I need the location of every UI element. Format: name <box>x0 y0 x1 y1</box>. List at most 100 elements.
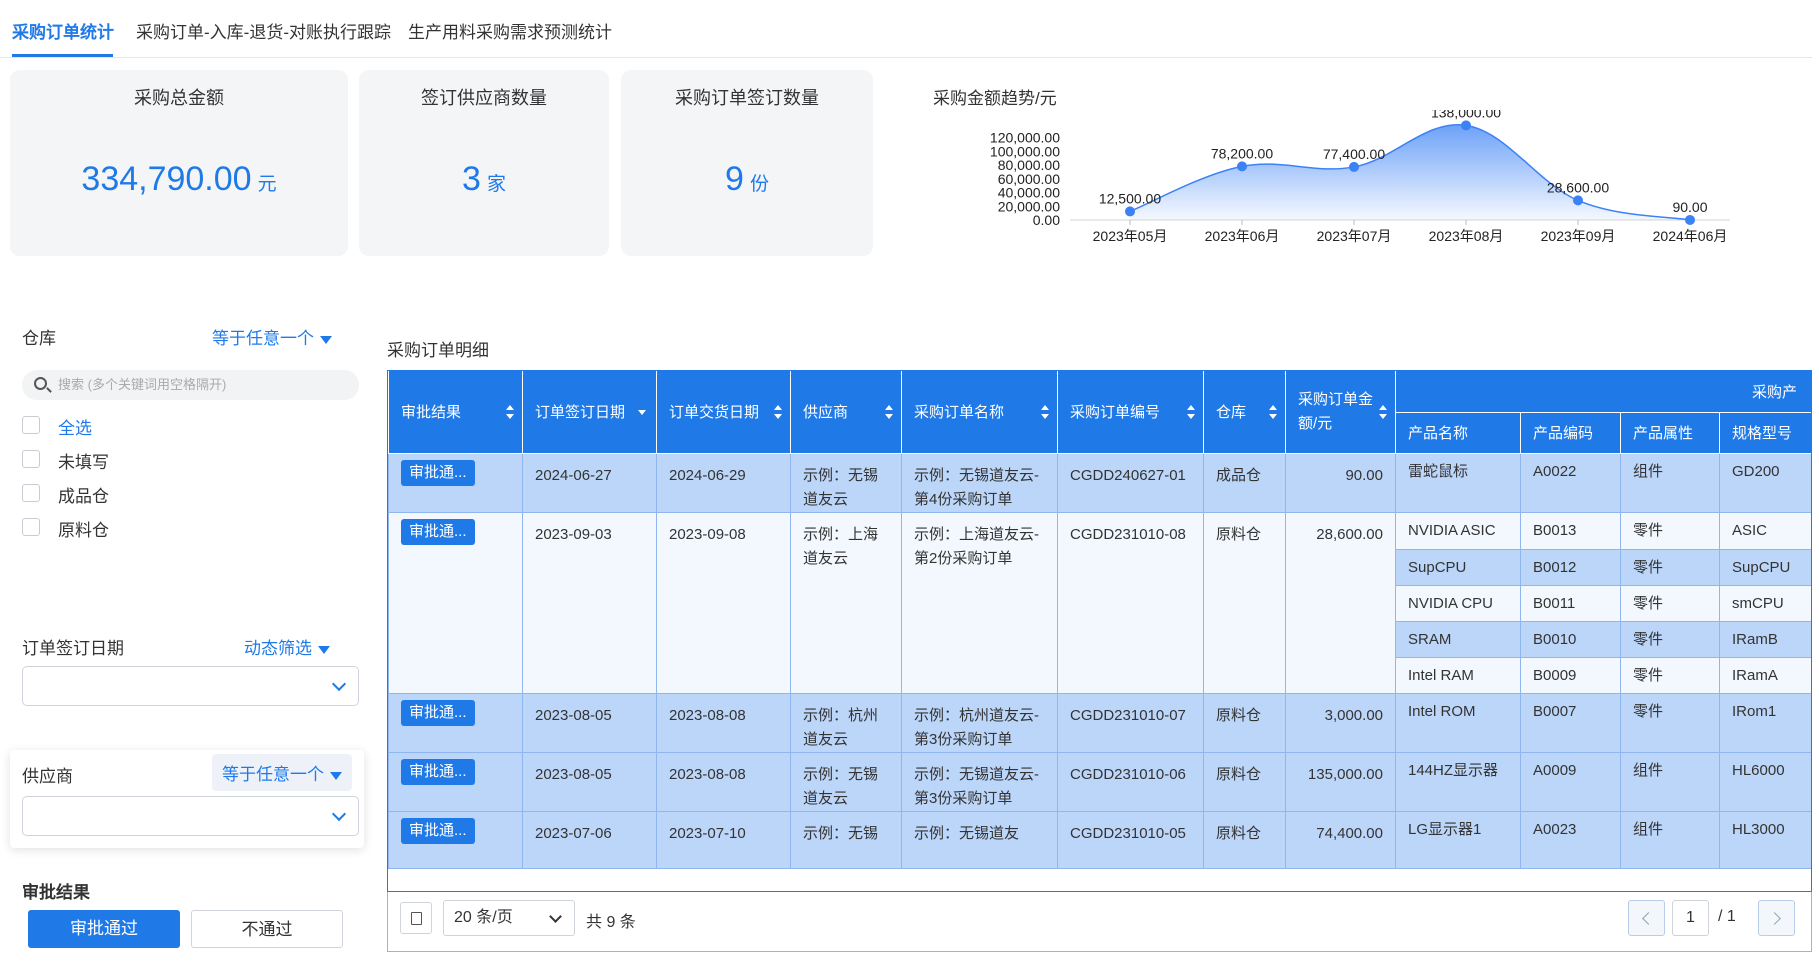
approval-status-badge[interactable]: 审批通... <box>401 459 475 486</box>
spec-cell: smCPU <box>1719 584 1811 622</box>
col-header-approval[interactable]: 审批结果 <box>388 371 523 454</box>
supplier-select[interactable] <box>22 796 359 836</box>
col-header-order-code[interactable]: 采购订单编号 <box>1057 371 1204 454</box>
header-label: 审批结果 <box>401 404 462 422</box>
checkbox-icon <box>22 416 40 434</box>
page-info-icon[interactable] <box>400 902 432 934</box>
col-header-supplier[interactable]: 供应商 <box>790 371 902 454</box>
data-label: 77,400.00 <box>1323 146 1385 162</box>
approval-status-cell: 审批通... <box>388 751 523 812</box>
table-row[interactable]: 审批通... 2023-08-05 2023-08-08 示例：无锡道友云 示例：无锡道… <box>388 751 1811 812</box>
warehouse-filter-mode[interactable]: 等于任意一个 <box>212 324 332 349</box>
checkbox-label: 成品仓 <box>58 487 109 506</box>
col-header-amount[interactable]: 采购订单金额/元 <box>1285 371 1396 454</box>
col-header-deliver-date[interactable]: 订单交货日期 <box>656 371 791 454</box>
product-name-cell: SupCPU <box>1395 548 1521 586</box>
checkbox-label: 全选 <box>58 419 92 438</box>
sort-icon[interactable] <box>885 404 893 419</box>
page-count: / 1 <box>1718 908 1736 925</box>
sort-icon[interactable] <box>1269 404 1277 419</box>
tab-purchase-stats[interactable]: 采购订单统计 <box>12 18 114 43</box>
table-pagination: 20 条/页 共 9 条 1 / 1 <box>387 892 1812 952</box>
approval-status-badge[interactable]: 审批通... <box>401 699 475 726</box>
order-name-cell: 示例：上海道友云-第2份采购订单 <box>901 511 1058 694</box>
col-header-warehouse[interactable]: 仓库 <box>1203 371 1286 454</box>
supplier-cell: 示例：杭州道友云 <box>790 692 902 753</box>
approval-pass-button[interactable]: 审批通过 <box>28 910 180 948</box>
active-tab-indicator <box>12 54 113 57</box>
sort-icon[interactable] <box>1041 404 1049 419</box>
kpi-number: 9 <box>725 160 744 198</box>
warehouse-cell: 原料仓 <box>1203 751 1286 812</box>
sort-icon[interactable] <box>1187 404 1195 419</box>
data-point <box>1349 161 1359 172</box>
approval-status-badge[interactable]: 审批通... <box>401 758 475 785</box>
page-size-label: 20 条/页 <box>454 909 513 926</box>
sort-icon[interactable] <box>506 404 514 419</box>
trend-area-chart: 0.0020,000.0040,000.0060,000.0080,000.00… <box>990 110 1730 244</box>
product-code-cell: B0010 <box>1520 620 1621 658</box>
amount-cell: 90.00 <box>1285 452 1396 513</box>
area-fill <box>1130 124 1690 220</box>
next-page-button[interactable] <box>1758 900 1795 936</box>
approval-status-badge[interactable]: 审批通... <box>401 518 475 545</box>
kpi-unit: 份 <box>749 174 769 195</box>
product-name-cell: SRAM <box>1395 620 1521 658</box>
table-row[interactable]: 审批通... 2023-09-03 2023-09-08 示例：上海道友云 示例：上海道… <box>388 511 1811 694</box>
caret-down-icon <box>330 771 342 780</box>
checkbox-label: 原料仓 <box>58 521 109 540</box>
caret-down-icon <box>320 335 332 344</box>
table-row[interactable]: 审批通... 2023-08-05 2023-08-08 示例：杭州道友云 示例：杭州道… <box>388 692 1811 753</box>
product-name-cell: 雷蛇鼠标 <box>1395 452 1521 513</box>
spec-cell: IRom1 <box>1719 692 1811 753</box>
supplier-filter-mode[interactable]: 等于任意一个 <box>212 754 352 791</box>
header-label: 仓库 <box>1216 404 1247 422</box>
current-page-input[interactable]: 1 <box>1672 900 1709 936</box>
warehouse-search-input[interactable]: 搜索 (多个关键词用空格隔开) <box>22 370 359 400</box>
header-label: 供应商 <box>803 404 849 422</box>
approval-status-cell: 审批通... <box>388 511 523 694</box>
tab-order-tracking[interactable]: 采购订单-入库-退货-对账执行跟踪 <box>136 18 391 43</box>
prev-page-button[interactable] <box>1628 900 1665 936</box>
chevron-down-icon <box>549 910 562 923</box>
sort-desc-icon[interactable] <box>638 409 646 415</box>
product-attr-cell: 零件 <box>1620 620 1720 658</box>
sort-icon[interactable] <box>1379 404 1387 419</box>
warehouse-cell: 原料仓 <box>1203 810 1286 869</box>
kpi-title: 采购订单签订数量 <box>675 88 819 108</box>
col-header-product-attr[interactable]: 产品属性 <box>1620 412 1720 454</box>
data-point <box>1125 206 1135 217</box>
col-header-product-code[interactable]: 产品编码 <box>1520 412 1621 454</box>
product-code-cell: A0009 <box>1520 751 1621 812</box>
product-code-cell: B0007 <box>1520 692 1621 753</box>
data-label: 78,200.00 <box>1211 145 1273 161</box>
col-header-product-name[interactable]: 产品名称 <box>1395 412 1521 454</box>
warehouse-cell: 原料仓 <box>1203 692 1286 753</box>
approval-reject-button[interactable]: 不通过 <box>191 910 343 948</box>
tab-demand-forecast[interactable]: 生产用料采购需求预测统计 <box>408 18 612 43</box>
col-header-spec[interactable]: 规格型号 <box>1719 412 1811 454</box>
col-header-order-name[interactable]: 采购订单名称 <box>901 371 1058 454</box>
order-date-select[interactable] <box>22 666 359 706</box>
col-group-header-products: 采购产 <box>1394 371 1811 413</box>
sort-icon[interactable] <box>774 404 782 419</box>
kpi-value: 3家 <box>359 160 609 199</box>
table-row[interactable]: 审批通... 2024-06-27 2024-06-29 示例：无锡道友云 示例：无锡道… <box>388 452 1811 513</box>
col-header-sign-date[interactable]: 订单签订日期 <box>522 371 657 454</box>
table-row[interactable]: 审批通... 2023-07-06 2023-07-10 示例：无锡 示例：无锡道友 CG… <box>388 810 1811 869</box>
warehouse-cell: 成品仓 <box>1203 452 1286 513</box>
product-name-cell: NVIDIA ASIC <box>1395 511 1521 550</box>
product-name-cell: Intel ROM <box>1395 692 1521 753</box>
y-tick-label: 80,000.00 <box>998 157 1060 173</box>
y-tick-label: 0.00 <box>1033 212 1060 228</box>
approval-status-cell: 审批通... <box>388 692 523 753</box>
page-size-select[interactable]: 20 条/页 <box>443 900 575 936</box>
chevron-down-icon <box>331 676 347 692</box>
approval-status-badge[interactable]: 审批通... <box>401 817 475 844</box>
header-label: 采购订单编号 <box>1070 404 1161 422</box>
data-label: 138,000.00 <box>1431 110 1501 120</box>
order-date-filter-mode[interactable]: 动态筛选 <box>244 634 330 659</box>
supplier-cell: 示例：无锡道友云 <box>790 751 902 812</box>
data-point <box>1685 214 1695 225</box>
kpi-value: 9份 <box>621 160 873 199</box>
